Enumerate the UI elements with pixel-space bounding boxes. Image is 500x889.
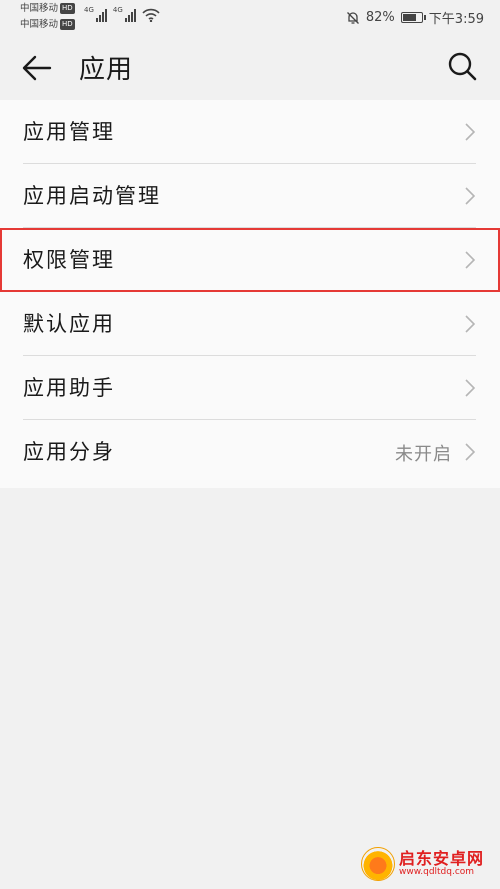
- menu-item-permission-management[interactable]: 权限管理: [0, 228, 500, 292]
- watermark-text: 启东安卓网 www.qdltdq.com: [399, 850, 484, 877]
- network-type-1: 4G: [84, 6, 94, 14]
- menu-item-app-twin[interactable]: 应用分身 未开启: [0, 420, 500, 488]
- battery-fill: [402, 14, 416, 21]
- chevron-right-icon: [465, 251, 476, 269]
- menu-item-app-assistant[interactable]: 应用助手: [0, 356, 500, 420]
- chevron-right-icon: [465, 123, 476, 141]
- watermark-name: 启东安卓网: [398, 849, 484, 869]
- battery-percent: 82%: [365, 10, 395, 25]
- carrier-1: 中国移动 HD: [20, 3, 75, 14]
- menu-item-value: 未开启: [395, 444, 452, 465]
- cell-signal-1-icon: 4G: [84, 6, 107, 22]
- watermark-logo-icon: [360, 847, 395, 881]
- chevron-right-icon: [465, 315, 476, 333]
- carrier-1-name: 中国移动: [20, 3, 59, 14]
- watermark-url: www.qdltdq.com: [398, 866, 475, 877]
- page-title: 应用: [79, 55, 134, 85]
- app-bar: 应用: [0, 34, 500, 100]
- battery-icon: [400, 12, 426, 23]
- wifi-icon: [142, 8, 160, 22]
- menu-item-default-apps[interactable]: 默认应用: [0, 292, 500, 356]
- menu-item-label: 应用启动管理: [23, 184, 161, 208]
- menu-item-label: 应用管理: [23, 120, 115, 144]
- bell-muted-icon: [346, 11, 359, 24]
- chevron-right-icon: [465, 187, 476, 205]
- signal-indicators: 4G 4G: [84, 6, 160, 22]
- clock: 下午3:59: [428, 12, 484, 27]
- chevron-right-icon: [465, 379, 476, 397]
- settings-list: 应用管理 应用启动管理 权限管理 默认应用 应用助手 应用分身 未开启: [0, 100, 500, 488]
- carrier-2-name: 中国移动: [20, 19, 59, 30]
- hd-badge-2: HD: [60, 19, 75, 30]
- menu-item-label: 权限管理: [23, 248, 115, 272]
- menu-item-app-management[interactable]: 应用管理: [0, 100, 500, 164]
- watermark: 启东安卓网 www.qdltdq.com: [360, 847, 484, 881]
- status-bar: 中国移动 HD 中国移动 HD 4G 4G 82% 下午3:59: [0, 0, 500, 34]
- chevron-right-icon: [465, 443, 476, 461]
- carrier-2: 中国移动 HD: [20, 19, 75, 30]
- search-icon[interactable]: [446, 50, 478, 82]
- menu-item-label: 默认应用: [23, 312, 115, 336]
- menu-item-app-launch-management[interactable]: 应用启动管理: [0, 164, 500, 228]
- hd-badge-1: HD: [60, 3, 75, 14]
- cell-signal-2-icon: 4G: [113, 6, 136, 22]
- menu-item-label: 应用分身: [23, 440, 115, 464]
- menu-item-label: 应用助手: [23, 376, 115, 400]
- status-right: 82% 下午3:59: [346, 8, 484, 27]
- network-type-2: 4G: [112, 6, 123, 14]
- back-arrow-icon[interactable]: [20, 52, 54, 84]
